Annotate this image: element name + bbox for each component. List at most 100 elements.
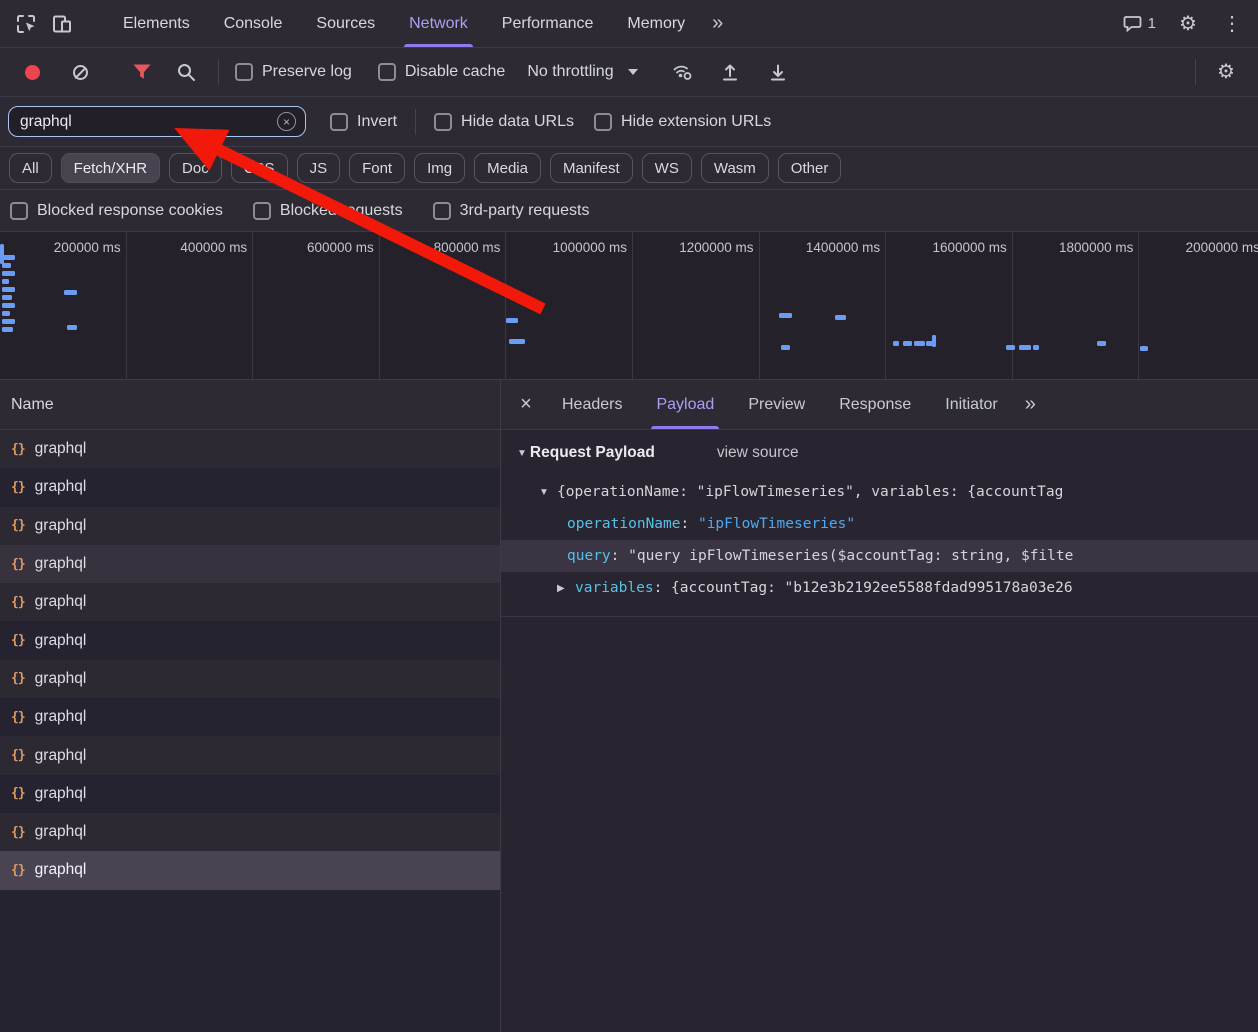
preserve-log-checkbox[interactable]: Preserve log [235,63,352,81]
network-overview-timeline[interactable]: 200000 ms400000 ms600000 ms800000 ms1000… [0,232,1258,380]
payload-text-segment: query [567,548,611,564]
network-conditions-icon[interactable] [664,54,700,90]
checkbox-box[interactable] [434,113,452,131]
waterfall-bar [893,341,899,346]
filter-icon[interactable] [124,54,160,90]
checkbox-box[interactable] [594,113,612,131]
record-network-log-button[interactable] [14,54,50,90]
request-details-panel: × HeadersPayloadPreviewResponseInitiator… [501,380,1258,1032]
checkbox-blocked-response-cookies[interactable]: Blocked response cookies [10,202,223,220]
filter-chip-other[interactable]: Other [778,153,842,183]
tab-elements[interactable]: Elements [106,0,207,47]
filter-chip-manifest[interactable]: Manifest [550,153,633,183]
tab-performance[interactable]: Performance [485,0,611,47]
tab-memory[interactable]: Memory [610,0,702,47]
search-icon[interactable] [168,54,204,90]
name-column-header[interactable]: Name [0,380,500,430]
invert-checkbox[interactable]: Invert [330,113,397,131]
request-row[interactable]: {}graphql [0,813,500,851]
hide-data-urls-checkbox[interactable]: Hide data URLs [434,113,574,131]
request-row[interactable]: {}graphql [0,507,500,545]
filter-chip-js[interactable]: JS [297,153,341,183]
waterfall-bar [903,341,912,346]
filter-chip-ws[interactable]: WS [642,153,692,183]
filter-chip-media[interactable]: Media [474,153,541,183]
waterfall-bar [2,295,12,300]
detail-tab-response[interactable]: Response [822,380,928,429]
request-payload-section[interactable]: ▼ Request Payload view source [501,430,1258,476]
request-row[interactable]: {}graphql [0,736,500,774]
detail-tab-preview[interactable]: Preview [731,380,822,429]
filter-chip-all[interactable]: All [9,153,52,183]
timeline-column: 2000000 ms [1139,232,1258,379]
request-row[interactable]: {}graphql [0,468,500,506]
filter-chip-fetch-xhr[interactable]: Fetch/XHR [61,153,160,183]
request-row[interactable]: {}graphql [0,698,500,736]
detail-tab-headers[interactable]: Headers [545,380,639,429]
hide-extension-urls-checkbox[interactable]: Hide extension URLs [594,113,771,131]
collapse-icon[interactable]: ▼ [517,448,527,459]
timeline-column: 600000 ms [253,232,380,379]
more-panels-icon[interactable]: » [702,12,733,35]
more-detail-tabs-icon[interactable]: » [1015,393,1046,416]
payload-tree-row[interactable]: operationName: "ipFlowTimeseries" [501,508,1258,540]
device-toolbar-icon[interactable] [44,6,80,42]
payload-tree-row[interactable]: ▶variables: {accountTag: "b12e3b2192ee55… [501,572,1258,604]
waterfall-bar [0,244,4,264]
waterfall-bar [1140,346,1148,351]
kebab-menu-icon[interactable]: ⋮ [1214,6,1250,42]
detail-tab-initiator[interactable]: Initiator [928,380,1014,429]
tab-network[interactable]: Network [392,0,485,47]
request-row[interactable]: {}graphql [0,621,500,659]
network-settings-gear-icon[interactable]: ⚙ [1208,54,1244,90]
checkbox-box[interactable] [330,113,348,131]
filter-chip-doc[interactable]: Doc [169,153,222,183]
close-details-icon[interactable]: × [507,380,545,429]
tab-sources[interactable]: Sources [299,0,392,47]
checkbox-box[interactable] [433,202,451,220]
disable-cache-checkbox[interactable]: Disable cache [378,63,506,81]
checkbox-blocked-requests[interactable]: Blocked requests [253,202,403,220]
checkbox-label: 3rd-party requests [460,202,590,220]
request-row[interactable]: {}graphql [0,660,500,698]
payload-tree-row[interactable]: ▼{operationName: "ipFlowTimeseries", var… [501,476,1258,508]
issues-indicator[interactable]: 1 [1117,15,1162,32]
filter-chip-wasm[interactable]: Wasm [701,153,769,183]
checkbox-box[interactable] [253,202,271,220]
checkbox-box[interactable] [378,63,396,81]
tab-console[interactable]: Console [207,0,300,47]
timeline-column: 1400000 ms [760,232,887,379]
request-row[interactable]: {}graphql [0,545,500,583]
collapse-icon[interactable]: ▼ [539,487,550,498]
detail-tab-payload[interactable]: Payload [639,380,731,429]
throttling-select[interactable]: No throttling [527,63,637,81]
filter-chip-font[interactable]: Font [349,153,405,183]
timeline-tick-label: 400000 ms [127,240,248,255]
request-row[interactable]: {}graphql [0,851,500,889]
filter-input-box[interactable]: × [8,106,306,137]
request-row[interactable]: {}graphql [0,775,500,813]
inspect-element-icon[interactable] [8,6,44,42]
clear-network-log-button[interactable] [62,54,98,90]
waterfall-bar [509,339,525,344]
expand-icon[interactable]: ▶ [557,583,568,594]
checkbox-3rd-party-requests[interactable]: 3rd-party requests [433,202,590,220]
filter-input[interactable] [18,112,277,132]
timeline-tick-label: 1600000 ms [886,240,1007,255]
request-row[interactable]: {}graphql [0,583,500,621]
payload-tree-row[interactable]: query: "query ipFlowTimeseries($accountT… [501,540,1258,572]
filter-chip-css[interactable]: CSS [231,153,288,183]
waterfall-bar [2,327,13,332]
timeline-column: 1000000 ms [506,232,633,379]
devtools-settings-gear-icon[interactable]: ⚙ [1170,6,1206,42]
filter-chip-img[interactable]: Img [414,153,465,183]
request-row[interactable]: {}graphql [0,430,500,468]
payload-text-segment: "query ipFlowTimeseries($accountTag: str… [628,548,1073,564]
view-source-link[interactable]: view source [717,444,799,462]
import-har-icon[interactable] [712,54,748,90]
export-har-icon[interactable] [760,54,796,90]
checkbox-label: Blocked requests [280,202,403,220]
checkbox-box[interactable] [235,63,253,81]
clear-filter-icon[interactable]: × [277,112,296,131]
checkbox-box[interactable] [10,202,28,220]
